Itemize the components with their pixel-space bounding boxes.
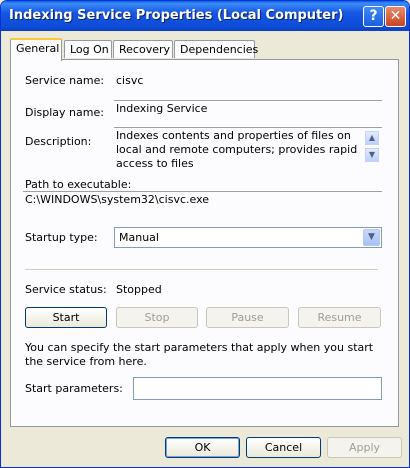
ok-button[interactable]: OK (165, 437, 240, 458)
path-value: C:\WINDOWS\system32\cisvc.exe (25, 193, 210, 206)
stop-button[interactable]: Stop (116, 307, 198, 328)
help-button[interactable]: ? (363, 6, 384, 27)
description-label: Description: (25, 135, 92, 148)
path-field[interactable]: C:\WINDOWS\system32\cisvc.exe (23, 191, 382, 209)
display-name-field[interactable]: Indexing Service (114, 100, 382, 118)
startup-type-value: Manual (119, 231, 159, 244)
window-title: Indexing Service Properties (Local Compu… (9, 8, 344, 23)
tab-log-on[interactable]: Log On (64, 40, 112, 58)
display-name-label: Display name: (25, 106, 104, 119)
properties-dialog: Indexing Service Properties (Local Compu… (0, 0, 410, 468)
startup-type-select[interactable]: Manual ▼ (114, 227, 382, 248)
scroll-up-icon[interactable]: ▲ (365, 131, 379, 145)
service-status-value: Stopped (116, 283, 162, 296)
title-bar[interactable]: Indexing Service Properties (Local Compu… (1, 1, 409, 31)
pause-button[interactable]: Pause (206, 307, 289, 328)
service-name-value: cisvc (116, 74, 144, 87)
description-value: Indexes contents and properties of files… (116, 129, 358, 170)
start-button[interactable]: Start (25, 307, 107, 328)
separator (25, 269, 378, 271)
start-params-label: Start parameters: (25, 382, 123, 395)
cancel-button[interactable]: Cancel (246, 437, 321, 458)
resume-button[interactable]: Resume (298, 307, 381, 328)
service-name-label: Service name: (25, 74, 105, 87)
start-params-input[interactable] (133, 377, 382, 400)
scroll-down-icon[interactable]: ▼ (365, 148, 379, 162)
startup-type-label: Startup type: (25, 231, 98, 244)
start-params-help-text: You can specify the start parameters tha… (25, 341, 374, 368)
tab-general[interactable]: General (10, 38, 62, 61)
service-status-label: Service status: (25, 283, 107, 296)
apply-button[interactable]: Apply (327, 437, 402, 458)
display-name-value: Indexing Service (116, 102, 208, 115)
tab-recovery[interactable]: Recovery (113, 40, 173, 58)
chevron-down-icon[interactable]: ▼ (363, 229, 380, 246)
path-label: Path to executable: (25, 178, 132, 191)
close-button[interactable]: ✕ (385, 6, 406, 27)
tab-dependencies[interactable]: Dependencies (174, 40, 258, 58)
